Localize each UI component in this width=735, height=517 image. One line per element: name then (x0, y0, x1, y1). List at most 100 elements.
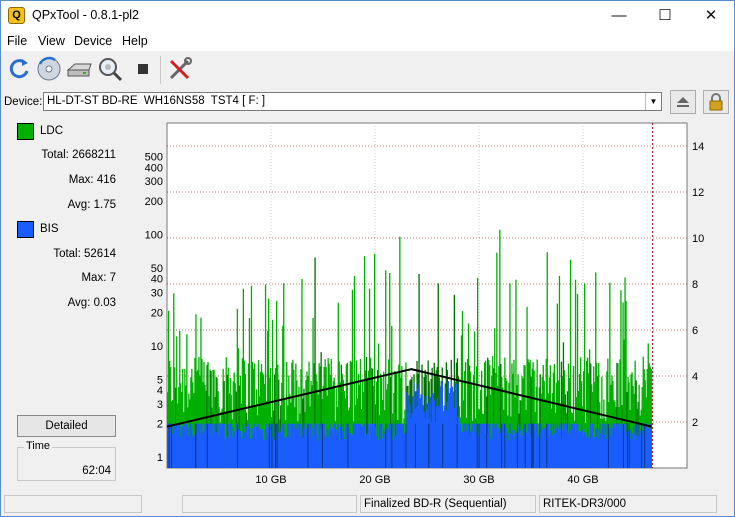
y-right-tick-label: 4 (692, 371, 698, 383)
eject-icon (677, 97, 689, 107)
menu-bar: File View Device Help (1, 31, 734, 51)
tools-icon[interactable] (166, 55, 194, 83)
y-left-tick-label: 20 (151, 307, 163, 319)
status-media-id: RITEK-DR3/000 (539, 495, 717, 513)
bis-dark-bar (504, 423, 506, 468)
bis-legend-swatch (17, 221, 34, 238)
bis-dark-bar (456, 423, 458, 468)
quality-chart: 1 2 3 4 5 10 20 30 40 50 100 200 300 400 500 2 4 6 8 10 12 14… (125, 121, 731, 489)
bis-dark-bar (442, 423, 444, 468)
y-right-tick-label: 12 (692, 187, 704, 199)
time-value: 62:04 (82, 465, 111, 477)
bis-dark-bar (391, 423, 393, 468)
y-right-tick-label: 6 (692, 325, 698, 337)
lock-icon (709, 93, 723, 111)
y-left-tick-label: 300 (145, 176, 163, 188)
bis-dark-bar (307, 423, 309, 468)
window-title: QPxTool - 0.8.1-pl2 (32, 8, 139, 22)
device-label: Device: (4, 96, 43, 108)
bis-dark-bar (405, 423, 407, 468)
menu-device[interactable]: Device (74, 34, 112, 48)
bis-dark-bar (478, 423, 480, 468)
menu-view[interactable]: View (38, 34, 65, 48)
bis-dark-bar (501, 423, 503, 468)
maximize-button[interactable]: ☐ (642, 1, 688, 31)
bis-dark-bar (539, 423, 541, 468)
app-window: Q QPxTool - 0.8.1-pl2 — ☐ ✕ File View De… (0, 0, 735, 517)
stats-panel: LDC Total: 2668211 Max: 416 Avg: 1.75 BI… (12, 121, 120, 486)
toolbar-separator (160, 56, 161, 84)
qpxtool-app-icon: Q (8, 7, 25, 24)
close-button[interactable]: ✕ (688, 1, 734, 31)
chevron-down-icon[interactable]: ▼ (645, 93, 661, 110)
y-left-tick-label: 4 (157, 385, 163, 397)
y-left-tick-label: 30 (151, 288, 163, 300)
bis-dark-bar (322, 423, 323, 468)
bis-dark-bar (532, 423, 534, 468)
y-right-tick-label: 14 (692, 141, 704, 153)
bis-dark-bar (546, 423, 548, 468)
ldc-total: Total: 2668211 (41, 149, 116, 161)
bis-dark-bar (271, 423, 273, 468)
bis-dark-bar (276, 423, 278, 468)
bis-dark-bar (627, 423, 628, 468)
device-select[interactable]: HL-DT-ST BD-RE WH16NS58 TST4 [ F: ] ▼ (43, 92, 662, 111)
minimize-button[interactable]: — (596, 1, 642, 31)
title-bar: Q QPxTool - 0.8.1-pl2 — ☐ ✕ (1, 1, 734, 31)
lock-button[interactable] (703, 90, 729, 114)
y-left-tick-label: 3 (157, 399, 163, 411)
bis-dark-bar (644, 423, 646, 468)
menu-help[interactable]: Help (122, 34, 148, 48)
bis-max: Max: 7 (81, 272, 116, 284)
zoom-icon[interactable] (96, 55, 124, 83)
bis-dark-bar (268, 423, 270, 468)
ldc-legend-label: LDC (40, 125, 64, 137)
y-left-tick-label: 1 (157, 452, 163, 464)
bis-legend-label: BIS (40, 223, 59, 235)
bis-dark-bar (428, 423, 430, 468)
bis-dark-bar (206, 423, 208, 468)
time-label: Time (24, 440, 53, 452)
status-bar: Finalized BD-R (Sequential) RITEK-DR3/00… (1, 493, 734, 515)
bis-dark-bar (414, 423, 416, 468)
bis-dark-bar (168, 423, 170, 468)
bis-dark-bar (623, 423, 624, 468)
bis-avg: Avg: 0.03 (67, 297, 116, 309)
stop-icon[interactable] (129, 55, 157, 83)
chart-svg: 1234510203040501002003004005002468101214… (145, 122, 704, 486)
bis-total: Total: 52614 (53, 248, 116, 260)
bis-dark-bar (516, 423, 518, 468)
drive-icon[interactable] (65, 55, 93, 83)
bis-dark-bar (607, 423, 609, 468)
eject-button[interactable] (670, 90, 696, 114)
device-select-value: HL-DT-ST BD-RE WH16NS58 TST4 [ F: ] (47, 95, 266, 107)
x-tick-label: 20 GB (359, 474, 390, 486)
y-left-tick-label: 2 (157, 419, 163, 431)
y-left-tick-label: 400 (145, 162, 163, 174)
bis-dark-bar (524, 423, 526, 468)
bis-dark-bar (385, 423, 387, 468)
toolbar (1, 52, 734, 88)
x-tick-label: 30 GB (463, 474, 494, 486)
bis-dark-bar (171, 423, 173, 468)
bis-dark-bar (195, 423, 197, 468)
bis-dark-bar (275, 423, 277, 468)
y-left-tick-label: 10 (151, 341, 163, 353)
refresh-icon[interactable] (5, 55, 33, 83)
status-disc-type: Finalized BD-R (Sequential) (360, 495, 536, 513)
bis-dark-bar (237, 423, 239, 468)
y-left-tick-label: 40 (151, 274, 163, 286)
status-panel-2 (182, 495, 357, 513)
menu-file[interactable]: File (7, 34, 27, 48)
disc-rescan-icon[interactable] (35, 55, 63, 83)
detailed-button[interactable]: Detailed (17, 415, 116, 437)
x-tick-label: 10 GB (255, 474, 286, 486)
status-panel-1 (4, 495, 142, 513)
ldc-avg: Avg: 1.75 (67, 199, 116, 211)
bis-dark-bar (347, 423, 349, 468)
y-right-tick-label: 8 (692, 279, 698, 291)
y-left-tick-label: 100 (145, 229, 163, 241)
bis-dark-bar (641, 423, 643, 468)
time-group: Time 62:04 (17, 440, 116, 481)
bis-dark-bar (531, 423, 533, 468)
